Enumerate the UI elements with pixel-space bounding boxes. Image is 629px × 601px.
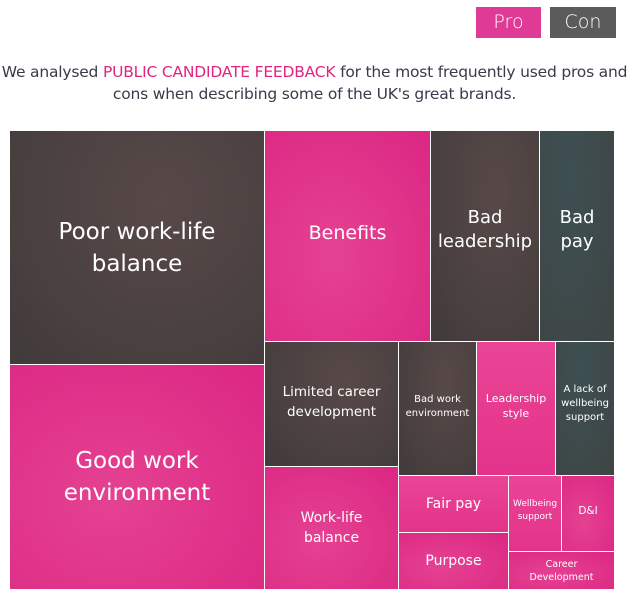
treemap-cell-a-lack-of-wellbeing-support[interactable]: A lack of wellbeing support xyxy=(556,342,614,475)
treemap-cell-limited-career-development[interactable]: Limited career development xyxy=(265,342,398,466)
treemap-cell-bad-pay[interactable]: Bad pay xyxy=(540,131,614,341)
treemap-cell-career-development[interactable]: Career Development xyxy=(509,552,614,589)
cell-label: Wellbeing support xyxy=(512,498,558,522)
cell-label: D&I xyxy=(578,504,598,517)
cell-label: Good work environment xyxy=(63,448,211,506)
treemap-cell-benefits[interactable]: Benefits xyxy=(265,131,430,341)
cell-label: Career Development xyxy=(529,558,594,583)
cell-label: Leadership style xyxy=(485,391,547,420)
cell-label: Bad work environment xyxy=(405,393,470,419)
treemap-cell-purpose[interactable]: Purpose xyxy=(399,533,508,589)
cell-label: Benefits xyxy=(308,222,387,244)
con-toggle-button[interactable]: Con xyxy=(550,7,616,38)
treemap-cell-work-life-balance[interactable]: Work-life balance xyxy=(265,467,398,589)
cell-label: Poor work-life balance xyxy=(58,218,216,277)
treemap-cell-fair-pay[interactable]: Fair pay xyxy=(399,476,508,532)
treemap-cell-good-work-environment[interactable]: Good work environment xyxy=(10,365,264,589)
cell-label: Limited career development xyxy=(282,384,381,420)
cell-label: Bad pay xyxy=(559,207,595,252)
pros-cons-treemap: Poor work-life balance Good work environ… xyxy=(10,131,614,589)
treemap-cell-wellbeing-support[interactable]: Wellbeing support xyxy=(509,476,561,551)
treemap-cell-d-and-i[interactable]: D&I xyxy=(562,476,614,551)
treemap-cell-poor-work-life-balance[interactable]: Poor work-life balance xyxy=(10,131,264,364)
cell-label: Work-life balance xyxy=(300,510,363,546)
intro-highlight: PUBLIC CANDIDATE FEEDBACK xyxy=(102,63,336,81)
treemap-cell-bad-work-environment[interactable]: Bad work environment xyxy=(399,342,476,475)
intro-text: We analysed PUBLIC CANDIDATE FEEDBACK fo… xyxy=(0,61,629,105)
cell-label: A lack of wellbeing support xyxy=(561,383,609,423)
treemap-cell-bad-leadership[interactable]: Bad leadership xyxy=(431,131,539,341)
cell-label: Fair pay xyxy=(425,496,482,512)
treemap-cell-leadership-style[interactable]: Leadership style xyxy=(477,342,555,475)
cell-label: Purpose xyxy=(425,553,482,569)
pro-toggle-button[interactable]: Pro xyxy=(476,7,541,38)
cell-label: Bad leadership xyxy=(437,207,533,252)
intro-text-part1: We analysed xyxy=(1,63,103,81)
